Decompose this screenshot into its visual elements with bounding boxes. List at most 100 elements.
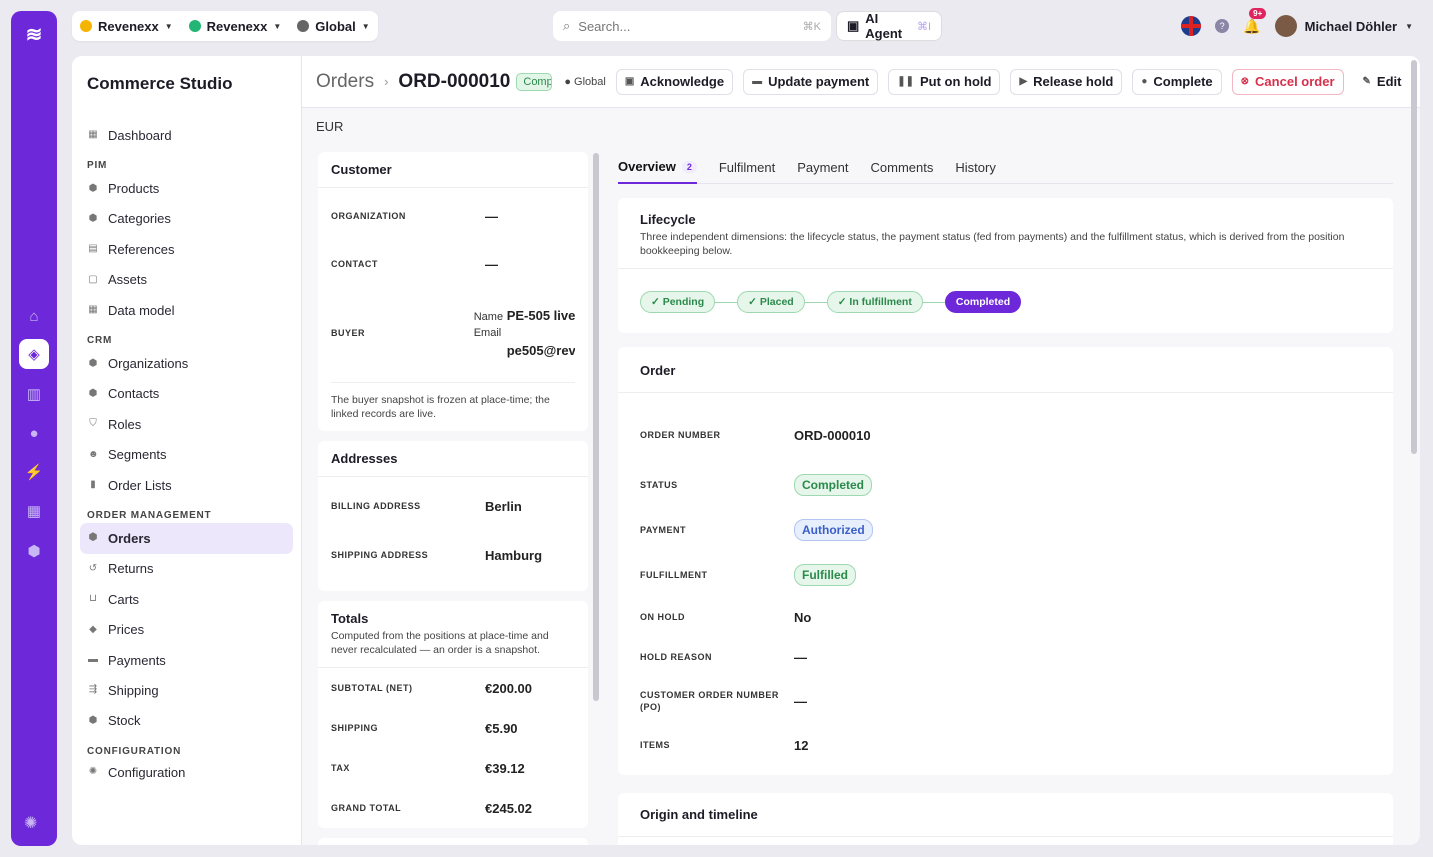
sidebar-item-carts[interactable]: ⊔ Carts [80, 584, 293, 614]
scope-select[interactable]: Global ▼ [297, 19, 370, 34]
card-icon: ▬ [752, 76, 763, 87]
acknowledge-icon: ▣ [624, 76, 635, 87]
chevron-down-icon: ▼ [361, 21, 370, 31]
play-icon: ▶ [1019, 76, 1028, 87]
release-hold-button[interactable]: ▶ Release hold [1010, 68, 1123, 95]
sidebar-item-assets[interactable]: ▢ Assets [80, 265, 293, 295]
tab-fulfilment[interactable]: Fulfilment [719, 152, 775, 184]
sidebar-item-payments[interactable]: ▬ Payments [80, 645, 293, 675]
sidebar-item-label: Shipping [108, 682, 159, 698]
shipping-value: €5.90 [485, 720, 518, 736]
shipping-address: Hamburg [485, 547, 543, 563]
sidebar-item-orders[interactable]: ⬢ Orders [80, 523, 293, 554]
sidebar-item-returns[interactable]: ↺ Returns [80, 554, 293, 584]
grid-icon[interactable]: ▦ [19, 496, 49, 526]
sidebar-item-label: Assets [108, 272, 148, 288]
tab-overview[interactable]: Overview 2 [618, 152, 697, 184]
sidebar-item-categories[interactable]: ⬢ Categories [80, 204, 293, 234]
field-label: ITEMS [640, 740, 671, 750]
org-select[interactable]: Revenexx ▼ [188, 19, 281, 34]
sidebar-item-products[interactable]: ⬢ Products [80, 173, 293, 203]
search-input[interactable]: ⌕ Search... ⌘K [553, 11, 831, 41]
sidebar-item-configuration[interactable]: ✺ Configuration [80, 759, 293, 785]
user-menu[interactable]: Michael Döhler ▼ [1274, 15, 1421, 37]
field-label: FULFILLMENT [640, 569, 708, 580]
edit-button[interactable]: ✎ Edit [1353, 68, 1411, 95]
breadcrumb-orders[interactable]: Orders [316, 71, 374, 93]
search-icon: ⌕ [563, 18, 571, 33]
chevron-right-icon: › [384, 74, 389, 89]
button-label: Edit [1376, 74, 1402, 89]
acknowledge-button[interactable]: ▣ Acknowledge [615, 68, 734, 95]
main-scrollbar[interactable] [1411, 60, 1417, 454]
cube-icon: ⬢ [88, 357, 98, 369]
sidebar-item-references[interactable]: ▤ References [80, 234, 293, 264]
buyer-snapshot: Name PE-505 live Email pe505@reve [474, 308, 575, 358]
sidebar-item-label: References [108, 241, 175, 257]
sidebar-item-label: Dashboard [108, 127, 172, 143]
status-badge: Completed [794, 474, 873, 496]
items-value: 12 [794, 737, 809, 753]
search-placeholder: Search... [578, 18, 631, 34]
cube-icon: ⬢ [88, 212, 98, 224]
tab-label: History [955, 160, 996, 175]
main-content: Orders › ORD-000010 Comp ● Global ▣ Acknow… [302, 56, 1420, 845]
ai-agent-button[interactable]: ▣ AI Agent ⌘I [836, 11, 942, 41]
card-title: Origin and timeline [618, 793, 1393, 837]
bell-icon[interactable]: 🔔 9+ [1243, 7, 1267, 35]
chevron-down-icon: ▼ [1405, 21, 1413, 31]
section-label: CRM [87, 335, 113, 347]
sidebar-item-roles[interactable]: ⛉ Roles [80, 409, 293, 439]
detail-tabs: Overview 2 Fulfilment Payment Comments Hi… [618, 152, 1393, 184]
tenant-select[interactable]: Revenexx ▼ [80, 19, 173, 34]
language-flag-icon[interactable] [1181, 16, 1202, 36]
chart-icon[interactable]: ▥ [19, 379, 49, 409]
button-label: Release hold [1033, 74, 1114, 89]
app-logo-icon[interactable]: ≋ [20, 21, 48, 49]
contact-value: — [485, 256, 498, 272]
close-circle-icon: ⊗ [1240, 76, 1250, 87]
field-label: ORDER NUMBER [640, 430, 721, 440]
cancel-order-button[interactable]: ⊗ Cancel order [1231, 68, 1344, 95]
home-icon[interactable]: ⌂ [19, 301, 49, 331]
sidebar-item-prices[interactable]: ◆ Prices [80, 614, 293, 644]
layers-icon[interactable]: ◈ [19, 339, 49, 369]
sidebar-item-order-lists[interactable]: ▮ Order Lists [80, 470, 293, 500]
sidebar-item-data-model[interactable]: ▦ Data model [80, 295, 293, 325]
bolt-icon[interactable]: ⚡ [19, 457, 49, 487]
sidebar-item-organizations[interactable]: ⬢ Organizations [80, 348, 293, 378]
sidebar-nav: ▦ Dashboard PIM ⬢ Products ⬢ Categories ▤ Re… [80, 120, 293, 785]
tab-payment[interactable]: Payment [797, 152, 848, 184]
step-completed: Completed [944, 291, 1022, 313]
tab-history[interactable]: History [955, 152, 995, 184]
notification-badge: 9+ [1249, 7, 1267, 19]
sidebar-item-stock[interactable]: ⬢ Stock [80, 706, 293, 736]
image-icon: ▢ [88, 273, 98, 285]
field-label: CONTACT [331, 259, 378, 269]
gear-icon[interactable]: ✺ [24, 813, 37, 833]
page-header: Orders › ORD-000010 Comp ● Global ▣ Acknow… [302, 56, 1420, 108]
sidebar-item-segments[interactable]: ☻ Segments [80, 440, 293, 470]
cube-icon[interactable]: ⬢ [19, 536, 49, 566]
origin-card: Origin and timeline [618, 793, 1393, 845]
help-icon[interactable]: ? [1215, 19, 1230, 33]
sidebar-item-contacts[interactable]: ⬢ Contacts [80, 379, 293, 409]
tab-comments[interactable]: Comments [871, 152, 934, 184]
update-payment-button[interactable]: ▬ Update payment [743, 68, 879, 95]
complete-button[interactable]: ● Complete [1132, 68, 1222, 95]
put-on-hold-button[interactable]: ❚❚ Put on hold [888, 68, 1001, 95]
section-label: ORDER MANAGEMENT [87, 510, 212, 522]
check-circle-icon: ● [1141, 76, 1148, 87]
order-card: Order ORDER NUMBER ORD-000010 STATUS Compl… [618, 347, 1393, 775]
sidebar-item-dashboard[interactable]: ▦ Dashboard [80, 120, 293, 150]
plug-icon[interactable]: ● [19, 418, 49, 448]
lifecycle-card: Lifecycle Three independent dimensions: … [618, 198, 1393, 333]
sidebar-item-label: Returns [108, 561, 154, 577]
ai-agent-shortcut: ⌘I [916, 20, 931, 33]
org-icon [188, 20, 201, 32]
sidebar-item-shipping[interactable]: ⇶ Shipping [80, 675, 293, 705]
left-scrollbar[interactable] [593, 153, 599, 701]
step-connector [715, 301, 738, 303]
step-pending: ✓ Pending [640, 291, 716, 313]
box-icon: ⬢ [88, 714, 98, 726]
